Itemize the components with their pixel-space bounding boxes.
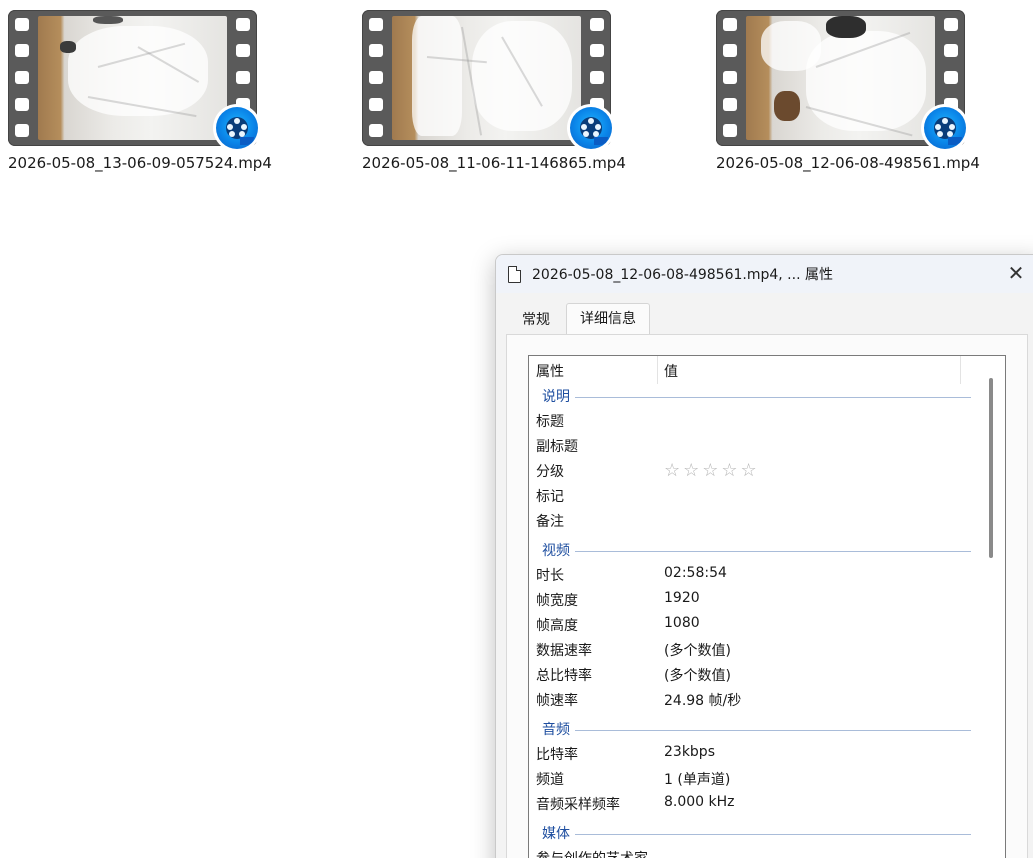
video-thumbnail — [8, 10, 261, 152]
property-row[interactable]: 音频采样频率 8.000 kHz — [529, 794, 979, 818]
tab-details[interactable]: 详细信息 — [566, 303, 650, 334]
property-row[interactable]: 分级 ☆☆☆☆☆ — [529, 460, 979, 485]
column-header: 属性 值 — [529, 356, 1005, 384]
column-divider[interactable] — [960, 356, 961, 384]
group-label: 媒体 — [542, 823, 574, 843]
properties-dialog: 2026-05-08_12-06-08-498561.mp4, ... 属性 ✕… — [495, 254, 1033, 858]
property-name: 备注 — [536, 514, 564, 530]
details-panel: 属性 值 说明 标题 副标题 分级 ☆☆☆☆☆ 标记 备注 视频 时长 02:5… — [506, 334, 1028, 858]
file-item[interactable]: 2026-05-08_13-06-09-057524.mp4 — [8, 8, 278, 178]
property-name: 帧高度 — [536, 618, 578, 634]
property-name: 频道 — [536, 772, 564, 788]
tab-general[interactable]: 常规 — [508, 307, 564, 333]
video-frame — [392, 16, 581, 140]
property-name: 帧宽度 — [536, 593, 578, 609]
group-label: 音频 — [542, 719, 574, 739]
property-value[interactable]: 1920 — [664, 590, 700, 606]
property-row[interactable]: 比特率 23kbps — [529, 744, 979, 768]
property-value[interactable]: 8.000 kHz — [664, 794, 735, 810]
file-item[interactable]: 2026-05-08_11-06-11-146865.mp4 — [362, 8, 632, 178]
group-header-description: 说明 — [529, 386, 979, 408]
file-name[interactable]: 2026-05-08_12-06-08-498561.mp4 — [716, 154, 996, 172]
property-list[interactable]: 属性 值 说明 标题 副标题 分级 ☆☆☆☆☆ 标记 备注 视频 时长 02:5… — [528, 355, 1006, 858]
group-label: 视频 — [542, 540, 574, 560]
file-item[interactable]: 2026-05-08_12-06-08-498561.mp4 — [716, 8, 986, 178]
column-header-property[interactable]: 属性 — [536, 361, 564, 381]
property-row[interactable]: 标题 — [529, 411, 979, 435]
video-frame — [746, 16, 935, 140]
dialog-title: 2026-05-08_12-06-08-498561.mp4, ... 属性 — [532, 267, 833, 283]
property-value[interactable]: (多个数值) — [664, 665, 731, 685]
column-divider[interactable] — [657, 356, 658, 384]
qqplayer-icon — [213, 104, 261, 152]
property-name: 标记 — [536, 489, 564, 505]
tab-bar: 常规 详细信息 — [496, 293, 1033, 335]
file-name[interactable]: 2026-05-08_13-06-09-057524.mp4 — [8, 154, 288, 172]
property-row[interactable]: 频道 1 (单声道) — [529, 769, 979, 793]
video-thumbnail — [362, 10, 615, 152]
property-name: 时长 — [536, 568, 564, 584]
property-name: 数据速率 — [536, 643, 592, 659]
property-row[interactable]: 帧宽度 1920 — [529, 590, 979, 614]
property-name: 标题 — [536, 414, 564, 430]
column-header-value[interactable]: 值 — [664, 361, 678, 381]
video-thumbnail — [716, 10, 969, 152]
property-name: 参与创作的艺术家 — [536, 848, 648, 858]
property-row[interactable]: 标记 — [529, 486, 979, 510]
video-frame — [38, 16, 227, 140]
group-header-media: 媒体 — [529, 823, 979, 845]
property-row[interactable]: 副标题 — [529, 436, 979, 460]
property-name: 分级 — [536, 464, 564, 480]
desktop: 2026-05-08_13-06-09-057524.mp4 2026-05-0… — [0, 0, 1033, 858]
qqplayer-icon — [567, 104, 615, 152]
property-value[interactable]: 24.98 帧/秒 — [664, 690, 741, 710]
rating-stars-icon[interactable]: ☆☆☆☆☆ — [664, 460, 760, 481]
property-value[interactable]: 02:58:54 — [664, 565, 727, 581]
dialog-titlebar[interactable]: 2026-05-08_12-06-08-498561.mp4, ... 属性 ✕ — [496, 255, 1033, 293]
group-label: 说明 — [542, 386, 574, 406]
group-header-video: 视频 — [529, 540, 979, 562]
property-row[interactable]: 参与创作的艺术家 — [529, 848, 979, 858]
group-header-audio: 音频 — [529, 719, 979, 741]
vertical-scrollbar[interactable] — [989, 378, 993, 558]
property-row[interactable]: 备注 — [529, 511, 979, 535]
property-name: 比特率 — [536, 747, 578, 763]
property-value[interactable]: 1 (单声道) — [664, 769, 730, 789]
document-icon — [508, 266, 521, 283]
property-row[interactable]: 总比特率 (多个数值) — [529, 665, 979, 689]
property-value[interactable]: 23kbps — [664, 744, 715, 760]
property-name: 帧速率 — [536, 693, 578, 709]
close-button[interactable]: ✕ — [1002, 261, 1030, 287]
property-value[interactable]: 1080 — [664, 615, 700, 631]
property-name: 总比特率 — [536, 668, 592, 684]
property-row[interactable]: 数据速率 (多个数值) — [529, 640, 979, 664]
property-row[interactable]: 帧速率 24.98 帧/秒 — [529, 690, 979, 714]
property-row[interactable]: 时长 02:58:54 — [529, 565, 979, 589]
qqplayer-icon — [921, 104, 969, 152]
file-name[interactable]: 2026-05-08_11-06-11-146865.mp4 — [362, 154, 642, 172]
property-row[interactable]: 帧高度 1080 — [529, 615, 979, 639]
property-name: 音频采样频率 — [536, 797, 620, 813]
property-name: 副标题 — [536, 439, 578, 455]
property-value[interactable]: (多个数值) — [664, 640, 731, 660]
